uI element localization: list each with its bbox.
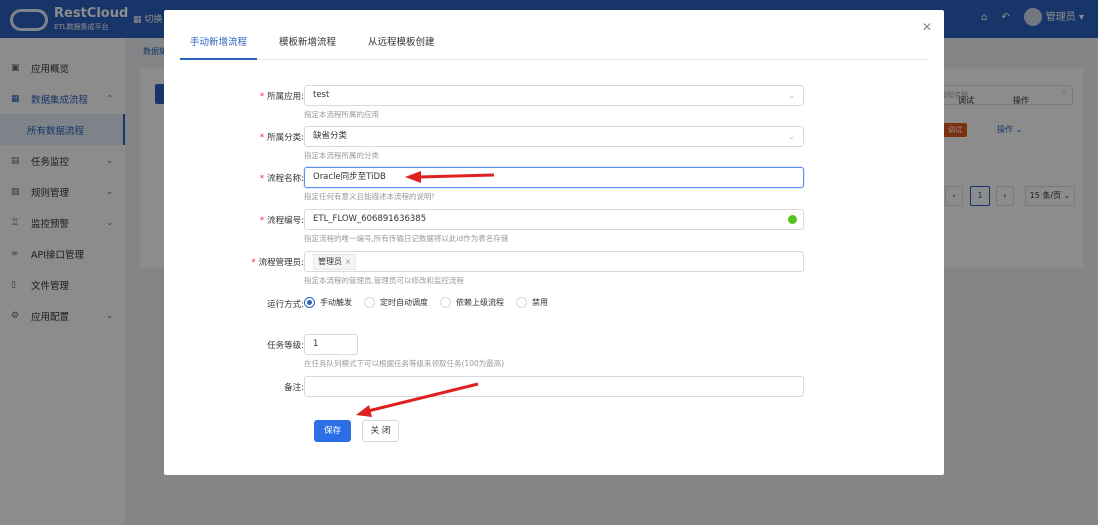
category-value: 缺省分类 bbox=[313, 131, 348, 141]
check-circle-icon bbox=[788, 215, 797, 224]
field-hint: 指定本流程所属的分类 bbox=[304, 151, 379, 160]
radio-label: 依赖上级流程 bbox=[456, 298, 504, 307]
task-level-input[interactable]: 1 bbox=[304, 334, 358, 355]
managers-select[interactable]: 管理员 × bbox=[304, 251, 804, 272]
radio-circle bbox=[516, 297, 527, 308]
field-hint: 指定本流程所属的应用 bbox=[304, 110, 379, 119]
radio-dependent[interactable]: 依赖上级流程 bbox=[440, 297, 504, 308]
field-hint: 指定任何有意义且能描述本流程的说明! bbox=[304, 192, 435, 201]
manager-tag-label: 管理员 bbox=[318, 257, 342, 266]
radio-label: 禁用 bbox=[532, 298, 548, 307]
radio-circle bbox=[304, 297, 315, 308]
field-label: 运行方式: bbox=[267, 300, 304, 310]
chevron-down-icon: ⌄ bbox=[788, 91, 795, 100]
radio-label: 手动触发 bbox=[320, 298, 352, 307]
field-label: 任务等级: bbox=[267, 341, 304, 351]
dialog-tabs: 手动新增流程 模板新增流程 从远程模板创建 bbox=[180, 36, 928, 60]
field-hint: 指定本流程的管理员,管理员可以修改和监控流程 bbox=[304, 276, 464, 285]
save-button[interactable]: 保存 bbox=[314, 420, 351, 442]
app-value: test bbox=[313, 90, 330, 100]
remark-textarea[interactable] bbox=[304, 376, 804, 397]
radio-manual[interactable]: 手动触发 bbox=[304, 297, 352, 308]
close-icon[interactable]: ✕ bbox=[922, 20, 932, 34]
field-hint: 在任务队列模式下可以根据任务等级来领取任务(100为最高) bbox=[304, 359, 505, 368]
chevron-down-icon: ⌄ bbox=[788, 132, 795, 141]
field-hint: 指定流程的唯一编号,所有传输日记数据将以此id作为表名存储 bbox=[304, 234, 509, 243]
radio-scheduled[interactable]: 定时自动调度 bbox=[364, 297, 428, 308]
flow-name-input[interactable]: Oracle同步至TiDB bbox=[304, 167, 804, 188]
flow-id-value: ETL_FLOW_606891636385 bbox=[313, 214, 427, 224]
category-select[interactable]: 缺省分类 ⌄ bbox=[304, 126, 804, 147]
radio-disabled[interactable]: 禁用 bbox=[516, 297, 548, 308]
field-label: 备注: bbox=[284, 383, 304, 393]
radio-label: 定时自动调度 bbox=[380, 298, 428, 307]
close-button[interactable]: 关 闭 bbox=[362, 420, 399, 442]
app-select[interactable]: test ⌄ bbox=[304, 85, 804, 106]
field-label: 所属分类: bbox=[267, 133, 304, 143]
flow-id-input[interactable]: ETL_FLOW_606891636385 bbox=[304, 209, 804, 230]
tab-manual[interactable]: 手动新增流程 bbox=[180, 36, 258, 60]
manager-tag: 管理员 × bbox=[313, 254, 357, 270]
tab-remote-template[interactable]: 从远程模板创建 bbox=[358, 36, 445, 60]
new-flow-dialog: ✕ 手动新增流程 模板新增流程 从远程模板创建 * 所属应用: test ⌄ 指定本… bbox=[164, 10, 944, 475]
field-label: 流程编号: bbox=[267, 216, 304, 226]
radio-circle bbox=[364, 297, 375, 308]
field-label: 流程管理员: bbox=[258, 258, 304, 268]
remove-tag-icon[interactable]: × bbox=[345, 257, 352, 266]
field-label: 流程名称: bbox=[267, 174, 304, 184]
radio-circle bbox=[440, 297, 451, 308]
field-label: 所属应用: bbox=[267, 92, 304, 102]
run-mode-radio-group: 手动触发 定时自动调度 依赖上级流程 禁用 bbox=[304, 297, 548, 308]
tab-template[interactable]: 模板新增流程 bbox=[269, 36, 346, 60]
